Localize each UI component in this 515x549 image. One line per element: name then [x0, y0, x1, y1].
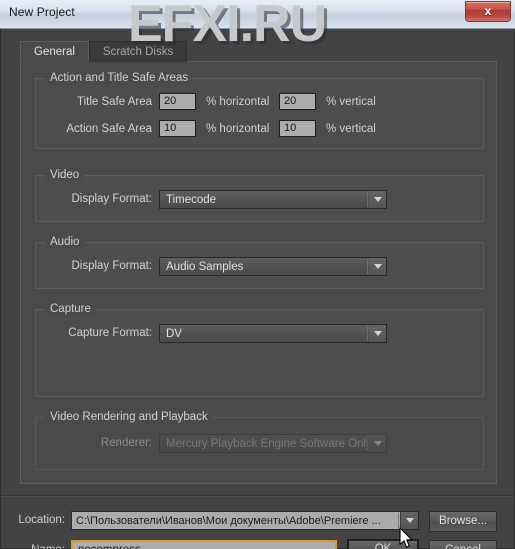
group-audio-title: Audio — [45, 236, 85, 248]
label-title-safe-vertical-unit: % vertical — [326, 96, 376, 108]
label-capture-format: Capture Format: — [68, 327, 152, 339]
group-capture: Capture Capture Format: DV — [35, 303, 484, 397]
chevron-down-icon[interactable] — [400, 512, 418, 529]
group-audio: Audio Display Format: Audio Samples — [35, 236, 484, 289]
project-name-input[interactable]: nocompress — [71, 540, 337, 549]
combo-separator — [367, 259, 368, 274]
combo-separator — [398, 513, 399, 528]
video-display-format-dropdown[interactable]: Timecode — [159, 190, 387, 209]
tab-general[interactable]: General — [20, 41, 89, 62]
label-title-safe-horizontal-unit: % horizontal — [206, 96, 270, 108]
chevron-down-icon[interactable] — [369, 258, 386, 275]
tab-strip: General Scratch Disks — [20, 41, 188, 62]
group-video-rendering-title: Video Rendering and Playback — [45, 411, 213, 423]
renderer-value: Mercury Playback Engine Software Only — [166, 437, 367, 450]
label-title-safe-area: Title Safe Area — [76, 96, 152, 108]
dialog-body: General Scratch Disks Action and Title S… — [0, 29, 515, 549]
label-renderer: Renderer: — [100, 437, 152, 449]
title-safe-vertical-input[interactable]: 20 — [279, 93, 316, 110]
renderer-dropdown: Mercury Playback Engine Software Only — [159, 434, 387, 453]
capture-format-dropdown[interactable]: DV — [159, 324, 387, 343]
action-safe-vertical-input[interactable]: 10 — [279, 120, 316, 137]
footer-divider — [1, 495, 514, 497]
audio-display-format-value: Audio Samples — [166, 260, 244, 273]
label-action-safe-area: Action Safe Area — [66, 123, 152, 135]
label-audio-display-format: Display Format: — [71, 260, 152, 272]
ok-button[interactable]: OK — [347, 539, 419, 549]
close-button[interactable]: x — [465, 1, 511, 22]
general-tab-panel: Action and Title Safe Areas Title Safe A… — [20, 61, 497, 484]
title-bar: New Project x — [0, 0, 515, 29]
chevron-down-icon[interactable] — [369, 325, 386, 342]
title-safe-horizontal-input[interactable]: 20 — [159, 93, 196, 110]
label-video-display-format: Display Format: — [71, 193, 152, 205]
combo-separator — [367, 192, 368, 207]
combo-separator — [367, 436, 368, 451]
combo-separator — [367, 326, 368, 341]
chevron-down-icon[interactable] — [369, 191, 386, 208]
location-dropdown[interactable]: C:\Пользователи\Иванов\Мои документы\Ado… — [71, 511, 419, 530]
label-location: Location: — [18, 514, 65, 526]
label-action-safe-horizontal-unit: % horizontal — [206, 123, 270, 135]
window-title: New Project — [9, 5, 75, 19]
chevron-down-icon — [369, 435, 386, 452]
group-video: Video Display Format: Timecode — [35, 169, 484, 222]
group-video-rendering: Video Rendering and Playback Renderer: M… — [35, 411, 484, 470]
close-icon: x — [484, 4, 492, 18]
label-action-safe-vertical-unit: % vertical — [326, 123, 376, 135]
group-video-title: Video — [45, 169, 85, 181]
tab-scratch-disks[interactable]: Scratch Disks — [88, 41, 188, 62]
browse-button[interactable]: Browse... — [429, 511, 497, 532]
capture-format-value: DV — [166, 327, 182, 340]
cancel-button[interactable]: Cancel — [429, 540, 497, 549]
audio-display-format-dropdown[interactable]: Audio Samples — [159, 257, 387, 276]
action-safe-horizontal-input[interactable]: 10 — [159, 120, 196, 137]
video-display-format-value: Timecode — [166, 193, 217, 206]
group-capture-title: Capture — [45, 303, 96, 315]
label-name: Name: — [1, 544, 65, 549]
location-value: C:\Пользователи\Иванов\Мои документы\Ado… — [76, 514, 381, 527]
new-project-dialog: New Project x EFXI.RU General Scratch Di… — [0, 0, 515, 549]
group-safe-areas: Action and Title Safe Areas Title Safe A… — [35, 72, 484, 149]
group-safe-areas-title: Action and Title Safe Areas — [45, 72, 194, 84]
